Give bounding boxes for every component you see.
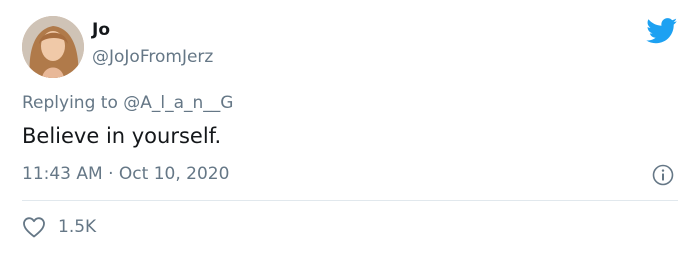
avatar-image [22,16,84,78]
twitter-bird-icon[interactable] [646,18,678,44]
replying-prefix: Replying to [22,93,118,113]
info-icon[interactable] [651,163,675,187]
tweet-date: Oct 10, 2020 [118,164,230,184]
like-count: 1.5K [58,217,97,237]
heart-outline-icon[interactable] [22,216,46,238]
like-action[interactable]: 1.5K [22,216,96,238]
display-name[interactable]: Jo [92,19,110,41]
avatar[interactable] [22,16,84,78]
divider [22,200,678,201]
tweet-text: Believe in yourself. [22,124,222,148]
mention-link[interactable]: @A_l_a_n__G [123,93,233,113]
separator: · [108,164,114,184]
tweet-time: 11:43 AM [22,164,103,184]
tweet-timestamp[interactable]: 11:43 AM · Oct 10, 2020 [22,163,229,185]
user-handle[interactable]: @JoJoFromJerz [92,46,213,68]
replying-to: Replying to @A_l_a_n__G [22,92,233,114]
